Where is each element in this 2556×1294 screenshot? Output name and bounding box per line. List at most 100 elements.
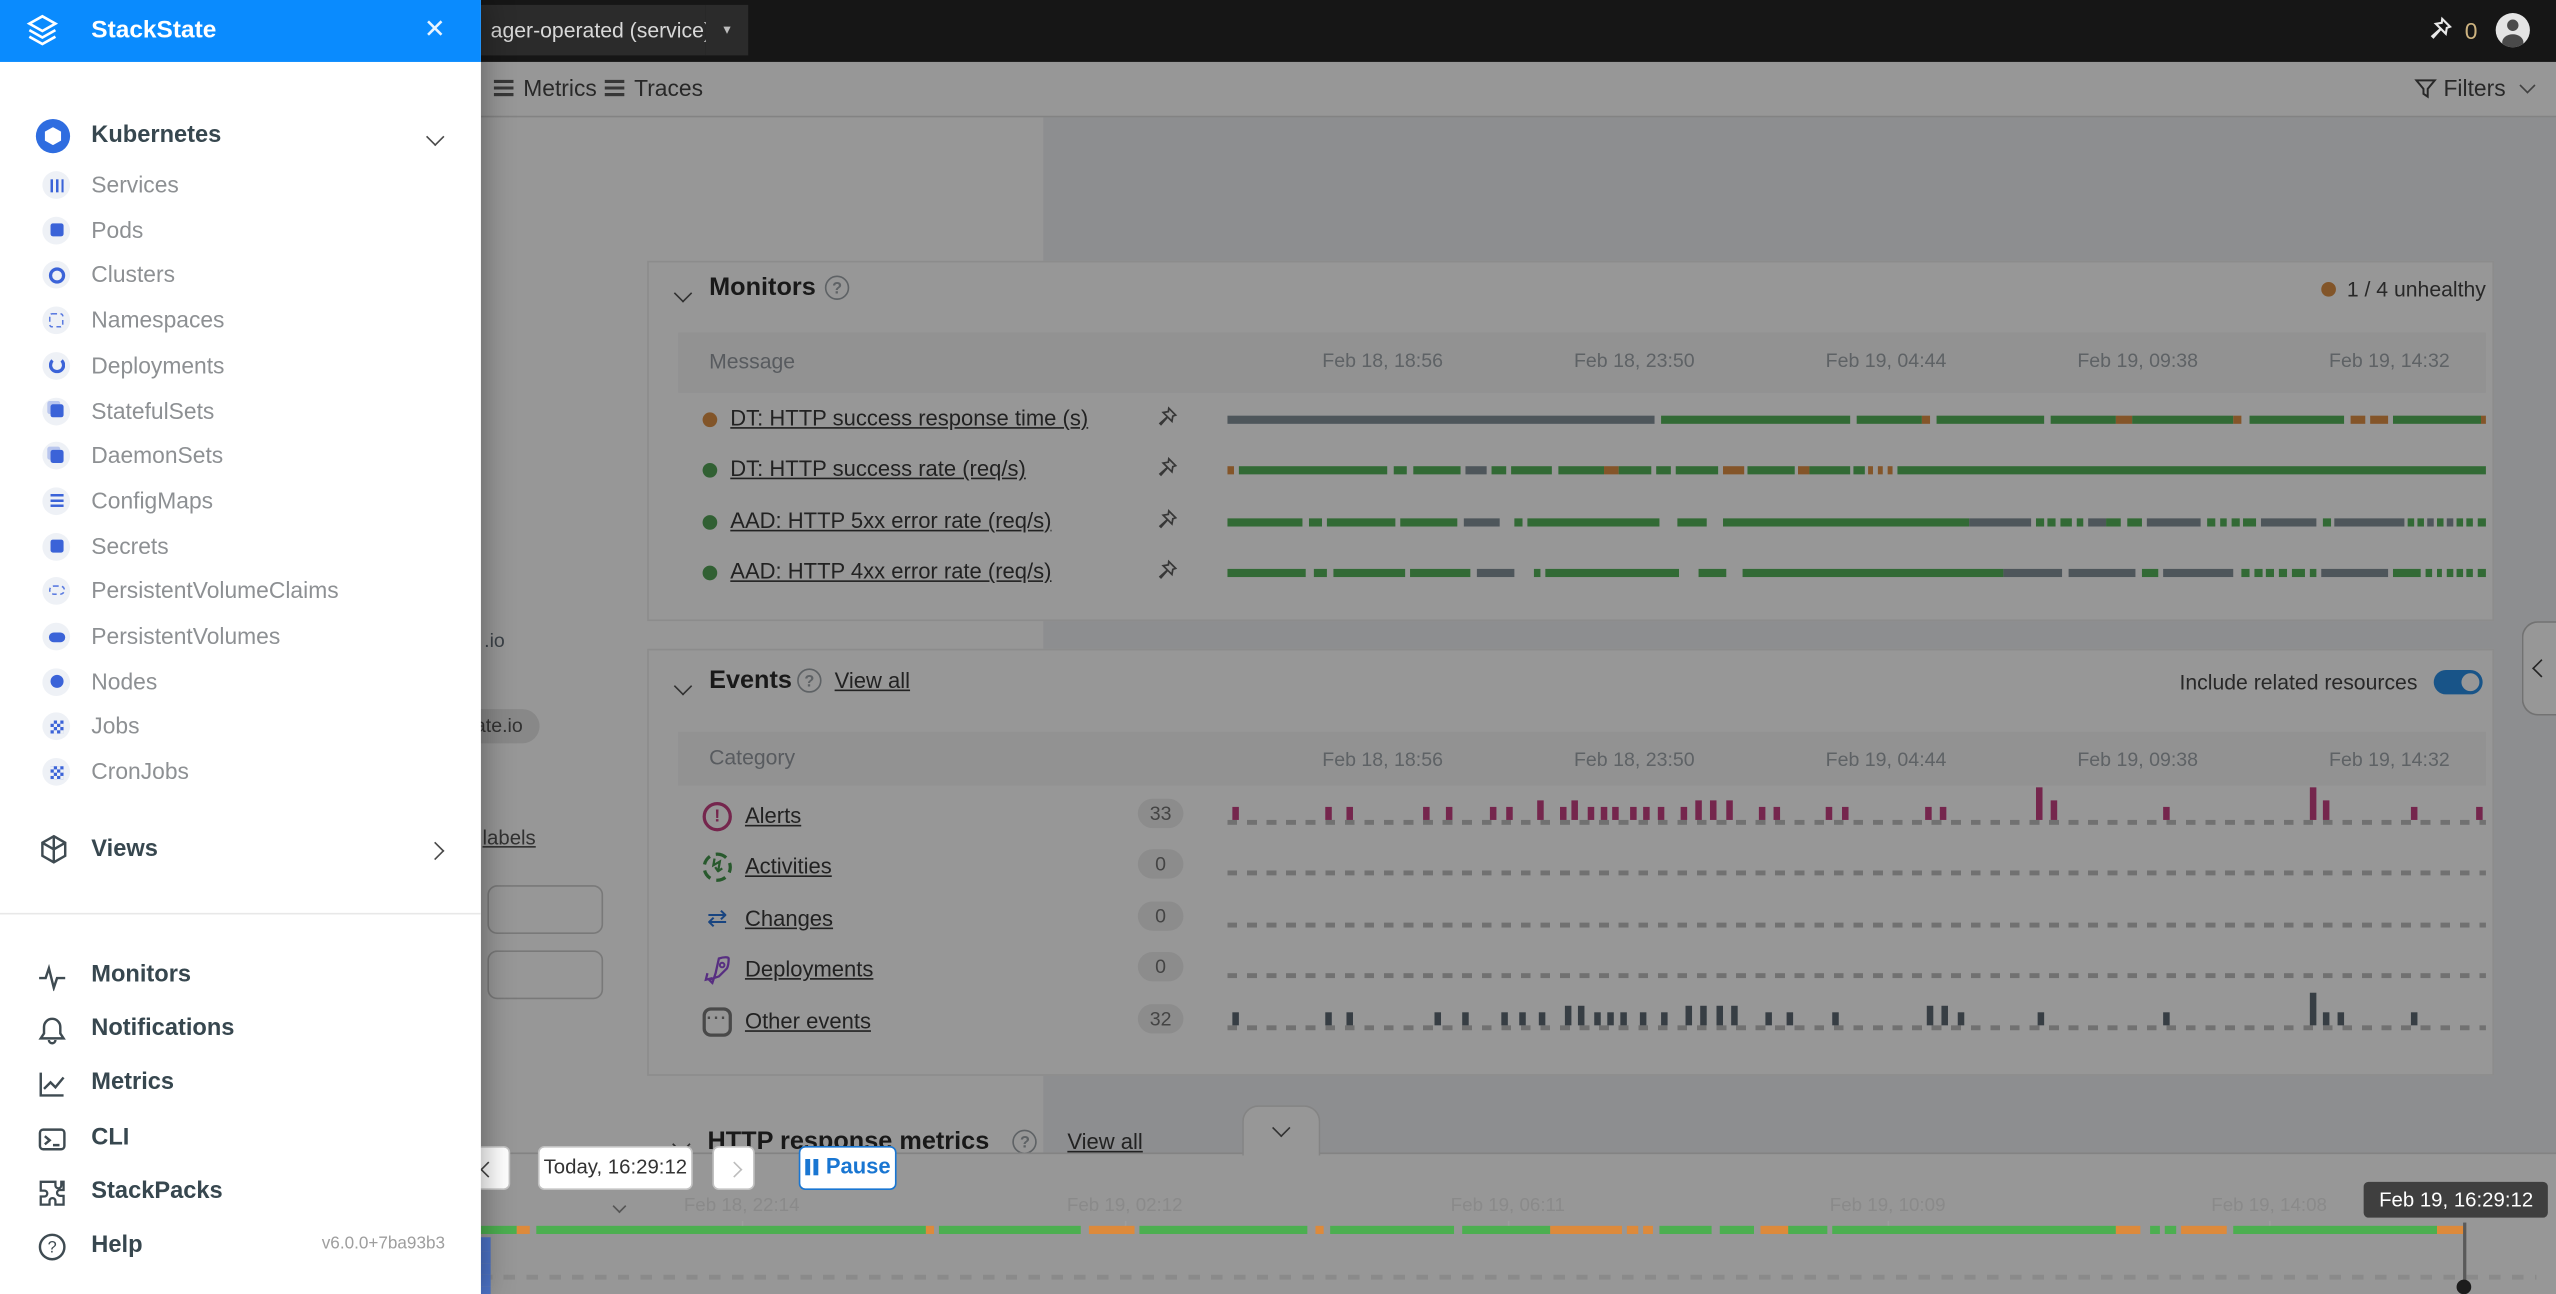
pin-count: 0 xyxy=(2465,18,2478,44)
sidebar-item-label: Nodes xyxy=(91,668,157,694)
secrets-icon xyxy=(42,532,70,560)
sidebar-item-kubernetes[interactable]: Kubernetes xyxy=(0,114,481,160)
sidebar-item-clusters[interactable]: Clusters xyxy=(0,253,481,299)
timeline-axis-label: Feb 19, 14:08 xyxy=(2211,1196,2327,1216)
sidebar-item-stackpacks[interactable]: StackPacks xyxy=(0,1168,481,1220)
stackstate-app: ager-operated (service) ▾ 0 Metrics Trac… xyxy=(0,0,2556,1294)
kubernetes-icon xyxy=(36,119,70,153)
sidebar-item-label: Services xyxy=(91,171,179,197)
pulse-icon xyxy=(37,962,66,991)
time-picker-button[interactable]: Today, 16:29:12 xyxy=(538,1146,693,1190)
navigation-drawer: StackState ✕ Kubernetes Services Pods Clus… xyxy=(0,0,481,1294)
sidebar-item-label: StatefulSets xyxy=(91,397,214,423)
sidebar-item-label: StackPacks xyxy=(91,1178,222,1204)
jobs-icon xyxy=(42,713,70,741)
sidebar-divider xyxy=(0,913,481,915)
persistentvolumeclaims-icon xyxy=(42,578,70,606)
drawer-backdrop[interactable] xyxy=(481,62,2556,1294)
pods-icon xyxy=(42,216,70,244)
sidebar-item-label: Pods xyxy=(91,216,143,242)
pin-icon[interactable] xyxy=(2426,16,2454,44)
sidebar-item-label: Metrics xyxy=(91,1070,174,1096)
kubernetes-chevron-icon xyxy=(426,128,444,146)
chart-bar xyxy=(481,1252,491,1263)
drawer-header: StackState ✕ xyxy=(0,0,481,62)
sidebar-item-persistentvolumeclaims[interactable]: PersistentVolumeClaims xyxy=(0,569,481,615)
sidebar-item-label: Monitors xyxy=(91,962,191,988)
clusters-icon xyxy=(42,261,70,289)
timeline-controls: Today, 16:29:12 Pause Feb 18, 22:14Feb 1… xyxy=(481,1152,2556,1294)
timeline-cursor-handle[interactable] xyxy=(2457,1280,2472,1294)
sidebar-item-label: Secrets xyxy=(91,532,168,558)
component-selector-value: ager-operated (service) xyxy=(491,18,706,42)
sidebar-item-jobs[interactable]: Jobs xyxy=(0,705,481,751)
sidebar-item-label: Jobs xyxy=(91,713,139,739)
health-timeline[interactable] xyxy=(481,1226,2465,1234)
bell-icon xyxy=(37,1016,66,1045)
configmaps-icon xyxy=(42,487,70,515)
version-label: v6.0.0+7ba93b3 xyxy=(322,1234,445,1254)
chart-bar xyxy=(481,1275,491,1286)
sidebar-item-daemonsets[interactable]: DaemonSets xyxy=(0,434,481,480)
sidebar-item-notifications[interactable]: Notifications xyxy=(0,1006,481,1058)
sidebar-item-label: DaemonSets xyxy=(91,442,223,468)
chart-icon xyxy=(37,1070,66,1099)
views-chevron-icon xyxy=(426,842,444,860)
sidebar-item-label: CLI xyxy=(91,1124,129,1150)
sidebar-item-label: ConfigMaps xyxy=(91,487,213,513)
chart-bar xyxy=(481,1263,491,1274)
user-avatar[interactable] xyxy=(2496,13,2530,47)
nodes-icon xyxy=(42,668,70,696)
component-selector[interactable]: ager-operated (service) xyxy=(481,5,706,56)
statefulsets-icon xyxy=(42,397,70,425)
sidebar-item-label: Namespaces xyxy=(91,307,224,333)
sidebar-item-statefulsets[interactable]: StatefulSets xyxy=(0,389,481,435)
terminal-icon xyxy=(37,1124,66,1153)
timeline-axis-label: Feb 19, 10:09 xyxy=(1830,1196,1946,1216)
chart-bar xyxy=(481,1237,491,1252)
selector-caret-icon[interactable]: ▾ xyxy=(706,5,748,56)
sidebar-item-views[interactable]: Views xyxy=(0,828,481,874)
stackstate-logo-icon xyxy=(23,11,62,50)
timeline-axis-label: Feb 19, 02:12 xyxy=(1067,1196,1183,1216)
sidebar-item-label: PersistentVolumeClaims xyxy=(91,578,338,604)
sidebar-item-persistentvolumes[interactable]: PersistentVolumes xyxy=(0,615,481,661)
persistentvolumes-icon xyxy=(42,623,70,651)
sidebar-item-label: CronJobs xyxy=(91,758,189,784)
event-histogram[interactable] xyxy=(481,1237,2537,1279)
sidebar-item-label: PersistentVolumes xyxy=(91,623,280,649)
time-picker-caret-icon xyxy=(612,1199,626,1213)
sidebar-item-deployments[interactable]: Deployments xyxy=(0,344,481,390)
namespaces-icon xyxy=(42,307,70,335)
timeline-axis-label: Feb 18, 22:14 xyxy=(684,1196,800,1216)
pause-icon xyxy=(805,1159,818,1175)
cursor-tooltip: Feb 19, 16:29:12 xyxy=(2364,1182,2547,1218)
sidebar-item-label: Notifications xyxy=(91,1016,234,1042)
sidebar-item-label: Help xyxy=(91,1232,142,1258)
views-cube-icon xyxy=(37,833,70,866)
sidebar-item-cli[interactable]: CLI xyxy=(0,1114,481,1166)
sidebar-item-monitors[interactable]: Monitors xyxy=(0,952,481,1004)
sidebar-item-services[interactable]: Services xyxy=(0,163,481,209)
timeline-axis-label: Feb 19, 06:11 xyxy=(1451,1196,1565,1216)
close-icon[interactable]: ✕ xyxy=(424,13,446,46)
timeline-cursor[interactable] xyxy=(2463,1223,2466,1283)
services-icon xyxy=(42,171,70,199)
puzzle-icon xyxy=(37,1178,66,1207)
drawer-title: StackState xyxy=(91,16,216,44)
sidebar-item-label: Deployments xyxy=(91,352,224,378)
sidebar-item-pods[interactable]: Pods xyxy=(0,208,481,254)
sidebar-item-secrets[interactable]: Secrets xyxy=(0,524,481,570)
sidebar-item-nodes[interactable]: Nodes xyxy=(0,660,481,706)
pause-button[interactable]: Pause xyxy=(799,1146,897,1190)
deployments-icon xyxy=(42,352,70,380)
cronjobs-icon xyxy=(42,758,70,786)
daemonsets-icon xyxy=(42,442,70,470)
sidebar-item-configmaps[interactable]: ConfigMaps xyxy=(0,479,481,525)
timeline-forward-button[interactable] xyxy=(712,1146,754,1190)
sidebar-item-label: Clusters xyxy=(91,261,175,287)
sidebar-item-cronjobs[interactable]: CronJobs xyxy=(0,750,481,796)
chart-bar xyxy=(481,1286,491,1294)
sidebar-item-namespaces[interactable]: Namespaces xyxy=(0,298,481,344)
sidebar-item-metrics[interactable]: Metrics xyxy=(0,1060,481,1112)
